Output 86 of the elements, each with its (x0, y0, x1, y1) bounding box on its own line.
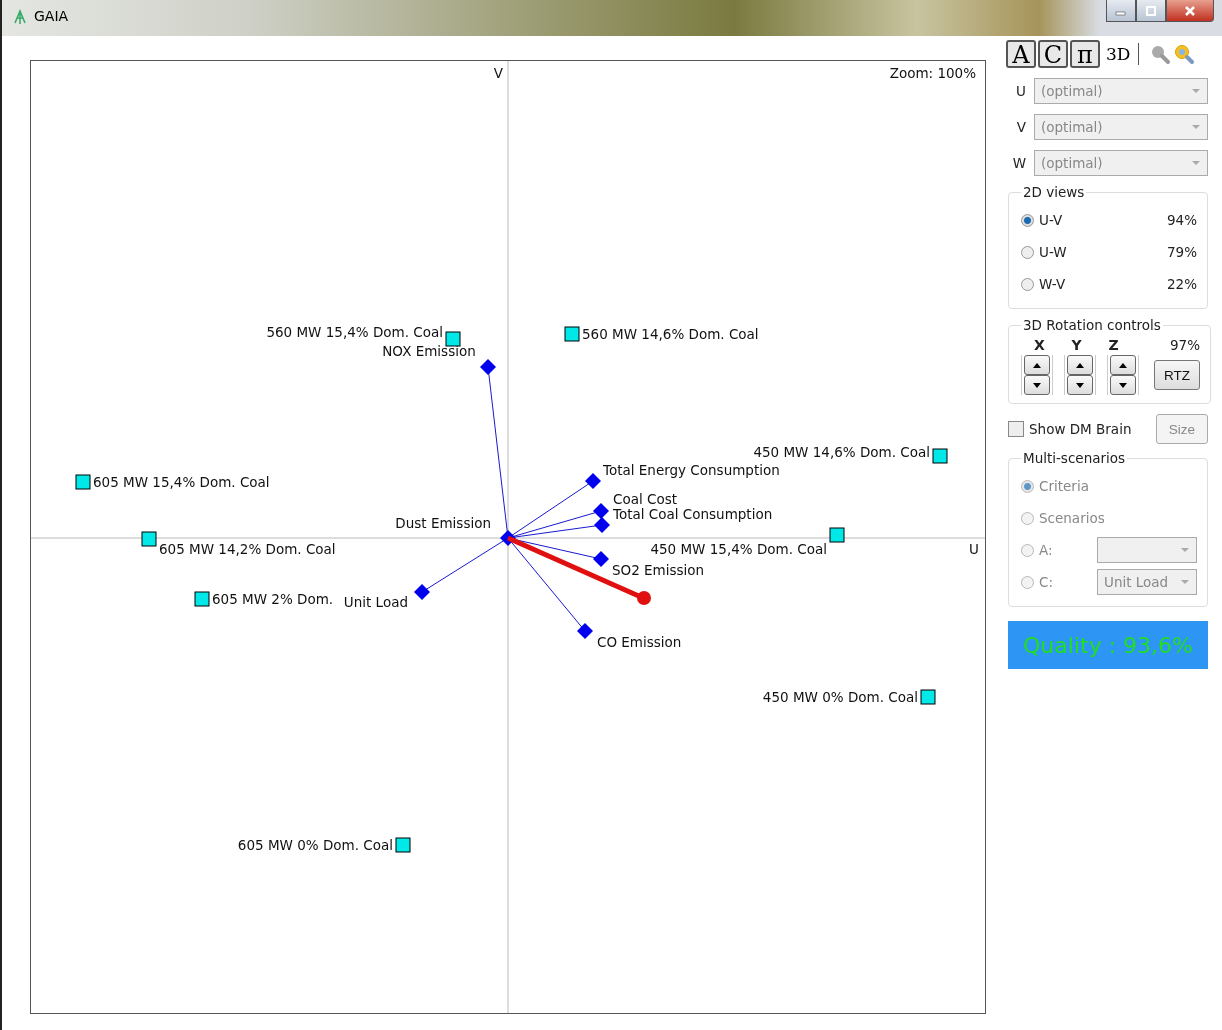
quality-banner: Quality : 93,6% (1008, 621, 1208, 669)
rotate-up-button[interactable] (1067, 355, 1093, 375)
radio-label: Criteria (1039, 478, 1089, 494)
alternative-marker (75, 474, 91, 490)
zoom-icon[interactable] (1173, 43, 1196, 65)
radio-label: C: (1039, 574, 1053, 590)
axis-selector-label: W (1011, 155, 1026, 171)
criterion-label: Dust Emission (395, 515, 491, 531)
minimize-button[interactable] (1106, 0, 1136, 22)
criterion-label: CO Emission (597, 634, 682, 650)
group-title: 3D Rotation controls (1022, 317, 1162, 333)
alternative-marker (141, 531, 157, 547)
reset-button[interactable]: RTZ (1154, 360, 1200, 390)
criterion-label: NOX Emission (382, 343, 476, 359)
up-arrow-icon (1076, 362, 1084, 368)
percent-text: 94% (1167, 212, 1197, 228)
criterion-label: SO2 Emission (612, 562, 705, 578)
axis-letter: Z (1107, 337, 1120, 353)
radio-label: W-V (1039, 276, 1066, 292)
axis-letter: Y (1070, 337, 1083, 353)
alternative-marker (829, 527, 845, 543)
toolbar-button[interactable]: π (1070, 40, 1100, 68)
alternative-label: 605 MW 14,2% Dom. Coal (159, 541, 336, 557)
alternative-label: 450 MW 0% Dom. Coal (762, 689, 918, 705)
alternative-label: 605 MW 0% Dom. Coal (237, 837, 393, 853)
caret-icon (1180, 579, 1190, 585)
up-arrow-icon (1033, 362, 1041, 368)
alternative-marker (564, 326, 580, 342)
criterion-label: Unit Load (343, 594, 408, 610)
alternative-label: 560 MW 14,6% Dom. Coal (582, 326, 759, 342)
alternative-label: 560 MW 15,4% Dom. Coal (266, 324, 443, 340)
radio-label: A: (1039, 542, 1053, 558)
zoom-label: Zoom: 100% (889, 65, 976, 81)
alternative-marker (395, 837, 411, 853)
criterion-label: Total Energy Consumption (603, 462, 780, 478)
up-arrow-icon (1119, 362, 1127, 368)
down-arrow-icon (1119, 382, 1127, 388)
alternative-label: 605 MW 2% Dom. (212, 591, 334, 607)
caret-icon (1191, 124, 1201, 130)
radio-button[interactable] (1021, 277, 1034, 291)
radio-label: Scenarios (1039, 510, 1105, 526)
criterion-label: Total Coal Consumption (613, 506, 773, 522)
search-icon[interactable] (1149, 43, 1172, 65)
group-title: Multi-scenarios (1022, 450, 1127, 466)
alternative-marker (445, 331, 461, 347)
alternative-marker (920, 689, 936, 705)
radio-label: U-V (1039, 212, 1063, 228)
toolbar-button[interactable]: 3D (1102, 40, 1135, 68)
app-icon (12, 9, 28, 25)
radio-label: U-W (1039, 244, 1067, 260)
axis-label: U (969, 541, 979, 557)
toolbar-button[interactable]: C (1038, 40, 1068, 68)
rotate-down-button[interactable] (1024, 375, 1050, 395)
maximize-icon (1145, 5, 1157, 16)
rotate-up-button[interactable] (1024, 355, 1050, 375)
caret-icon (1191, 160, 1201, 166)
alternative-label: 605 MW 15,4% Dom. Coal (93, 474, 270, 490)
percent-text: 79% (1167, 244, 1197, 260)
down-arrow-icon (1076, 382, 1084, 388)
percent-text: 22% (1167, 276, 1197, 292)
window-title: GAIA (34, 8, 69, 24)
rotate-up-button[interactable] (1110, 355, 1136, 375)
maximize-button[interactable] (1136, 0, 1166, 22)
caret-icon (1191, 88, 1201, 94)
percent-text: 97% (1170, 337, 1200, 353)
axis-selector-label: U (1015, 83, 1026, 99)
radio-button[interactable] (1021, 213, 1034, 227)
group-title: 2D views (1022, 184, 1086, 200)
caret-icon (1180, 547, 1190, 553)
axis-label: V (493, 65, 503, 81)
checkbox-label: Show DM Brain (1029, 421, 1132, 437)
alternative-marker (194, 591, 210, 607)
axis-selector-label: V (1015, 119, 1026, 135)
alternative-label: 450 MW 15,4% Dom. Coal (650, 541, 827, 557)
alternative-label: 450 MW 14,6% Dom. Coal (753, 444, 930, 460)
down-arrow-icon (1033, 382, 1041, 388)
checkbox[interactable] (1008, 421, 1024, 437)
radio-button[interactable] (1021, 245, 1034, 259)
close-icon (1184, 5, 1196, 16)
toolbar-button[interactable]: A (1006, 40, 1036, 68)
close-button[interactable] (1166, 0, 1214, 22)
criterion-label: Coal Cost (613, 491, 677, 507)
rotate-down-button[interactable] (1067, 375, 1093, 395)
alternative-marker (932, 448, 948, 464)
rotate-down-button[interactable] (1110, 375, 1136, 395)
axis-letter: X (1033, 337, 1046, 353)
